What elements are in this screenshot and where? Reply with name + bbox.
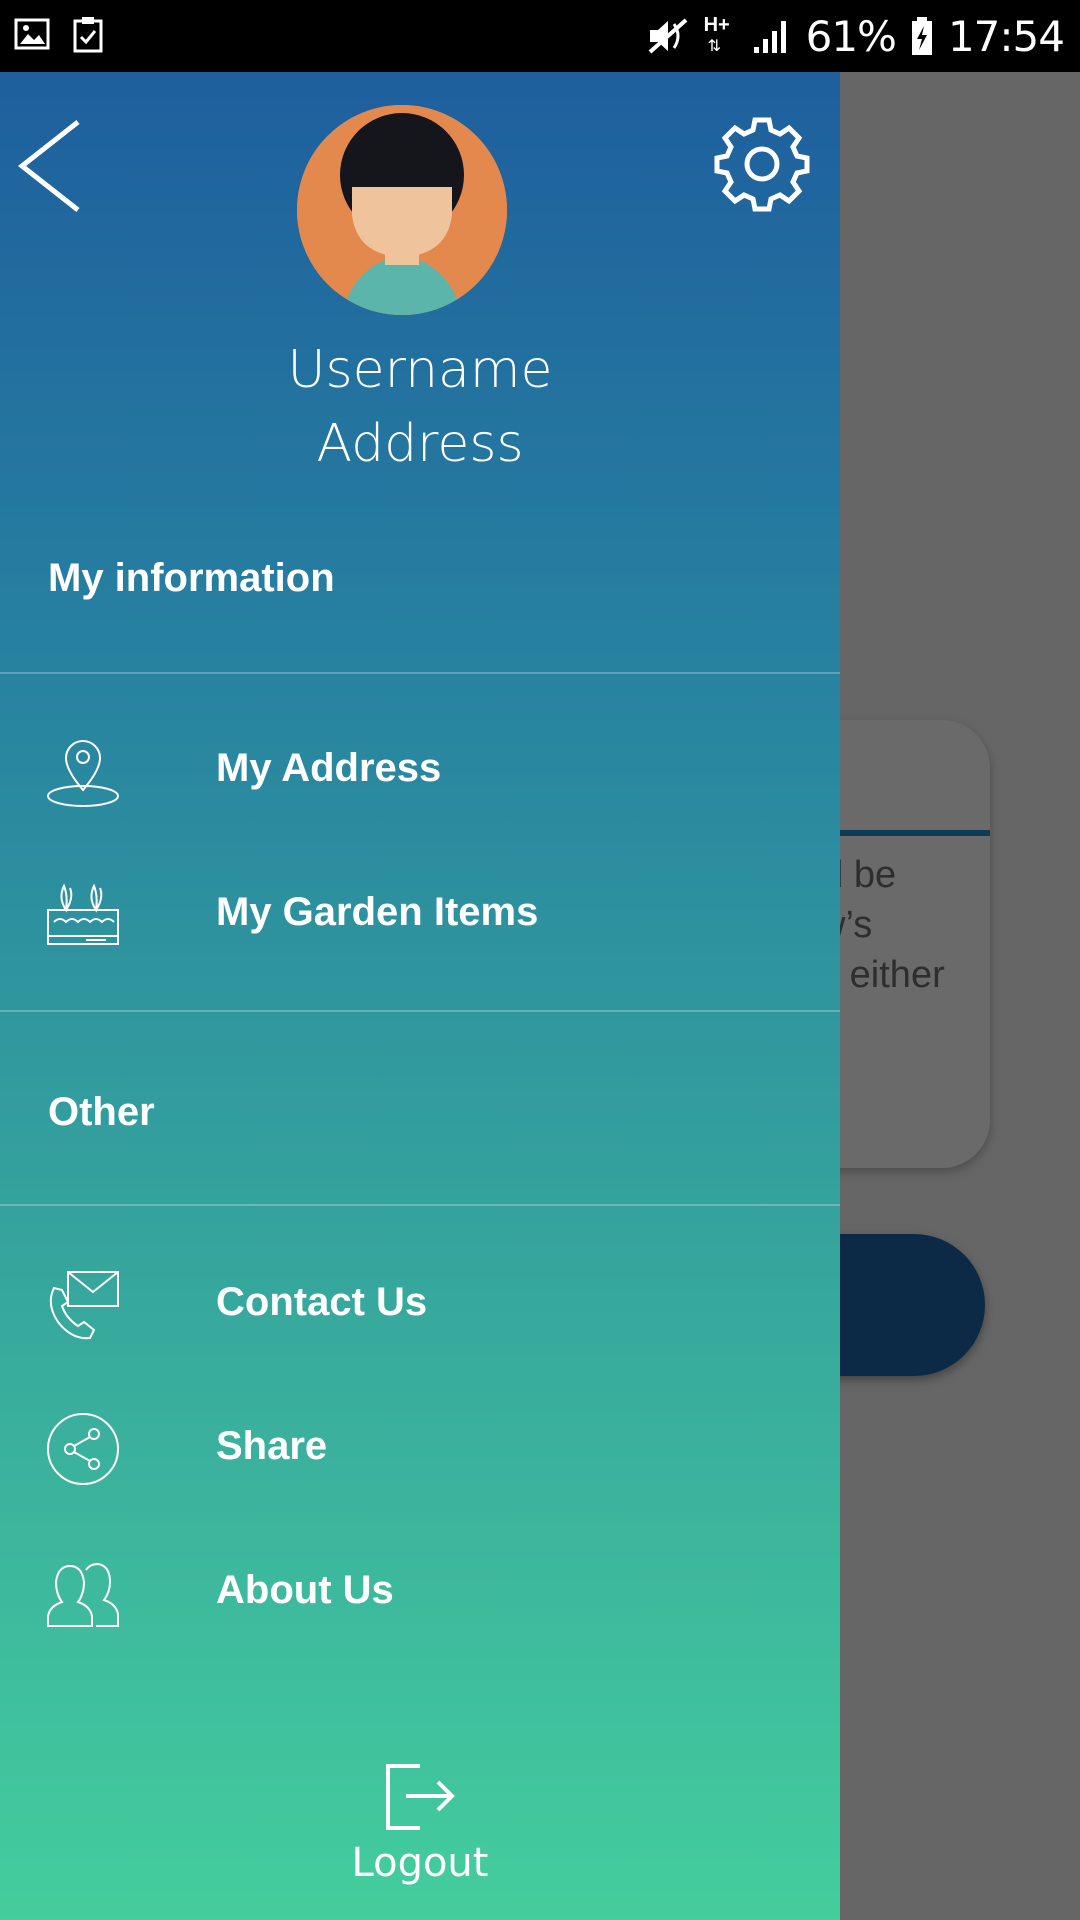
menu-item-contact-us[interactable]: Contact Us bbox=[0, 1244, 840, 1364]
share-icon bbox=[47, 1413, 119, 1485]
location-pin-icon bbox=[47, 740, 119, 807]
menu-item-my-address[interactable]: My Address bbox=[0, 710, 840, 830]
menu-item-my-garden-items[interactable]: My Garden Items bbox=[0, 854, 840, 974]
menu-label: Share bbox=[216, 1424, 328, 1468]
menu-label: Contact Us bbox=[216, 1280, 428, 1324]
back-button[interactable] bbox=[14, 116, 84, 216]
menu-item-about-us[interactable]: About Us bbox=[0, 1532, 840, 1652]
phone-mail-icon bbox=[49, 1271, 119, 1340]
profile-address: Address bbox=[316, 414, 524, 474]
menu-item-share[interactable]: Share bbox=[0, 1388, 840, 1508]
settings-button[interactable] bbox=[712, 114, 812, 214]
logout-icon bbox=[386, 1764, 455, 1830]
battery-percent: 61% bbox=[805, 11, 897, 61]
logout-label: Logout bbox=[351, 1840, 489, 1886]
divider bbox=[0, 1204, 840, 1206]
background-card-text: ill be w’s t, either bbox=[818, 850, 990, 1000]
divider bbox=[0, 1010, 840, 1012]
background-card-line: w’s bbox=[818, 904, 873, 946]
signal-icon bbox=[753, 21, 786, 53]
network-hplus-icon: H+ ⇅ bbox=[703, 14, 730, 55]
gallery-icon bbox=[14, 18, 50, 50]
navigation-drawer: Username Address My information My Addre… bbox=[0, 72, 840, 1920]
network-type: H+ bbox=[703, 14, 730, 36]
battery-charging-icon bbox=[911, 17, 932, 55]
chevron-left-icon bbox=[17, 120, 80, 212]
menu-label: My Garden Items bbox=[216, 890, 539, 934]
clock: 17:54 bbox=[947, 11, 1065, 61]
section-title-other: Other bbox=[48, 1090, 155, 1134]
logout-button[interactable]: Logout bbox=[320, 1758, 520, 1908]
background-card-line: ill be bbox=[818, 854, 897, 896]
avatar[interactable] bbox=[297, 105, 507, 315]
profile-username: Username bbox=[287, 340, 553, 400]
menu-label: My Address bbox=[216, 746, 442, 790]
gear-icon bbox=[714, 117, 810, 212]
task-check-icon bbox=[73, 17, 103, 53]
background-card-line: t, either bbox=[818, 954, 945, 996]
status-bar: H+ ⇅ 61% 17:54 bbox=[0, 0, 1080, 72]
divider bbox=[0, 672, 840, 674]
menu-label: About Us bbox=[216, 1568, 394, 1612]
mute-icon bbox=[648, 18, 687, 54]
section-title-my-information: My information bbox=[48, 556, 335, 600]
garden-planter-icon bbox=[47, 883, 119, 945]
user-avatar-icon bbox=[297, 105, 507, 315]
people-icon bbox=[47, 1562, 119, 1627]
